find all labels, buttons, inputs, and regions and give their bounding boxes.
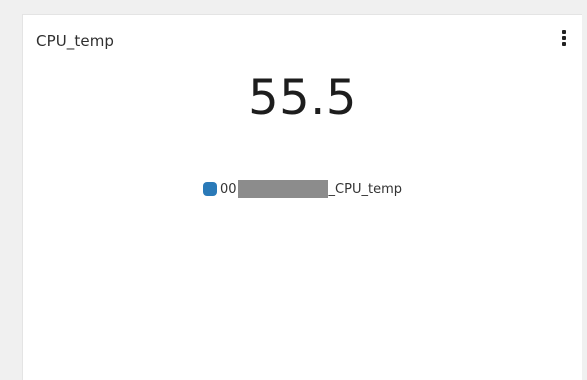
kebab-menu-icon-dot <box>562 42 566 46</box>
metric-panel: CPU_temp 55.5 00 _CPU_temp <box>22 14 582 380</box>
panel-title: CPU_temp <box>36 32 115 50</box>
legend[interactable]: 00 _CPU_temp <box>23 180 582 198</box>
kebab-menu-icon <box>562 30 566 34</box>
dashboard-page: CPU_temp 55.5 00 _CPU_temp <box>0 0 587 380</box>
legend-label: 00 _CPU_temp <box>220 180 402 198</box>
redacted-block <box>237 180 328 198</box>
legend-label-prefix: 00 <box>220 181 237 197</box>
panel-menu-button[interactable] <box>554 25 574 51</box>
kebab-menu-icon-dot <box>562 36 566 40</box>
legend-label-suffix: _CPU_temp <box>328 181 402 197</box>
metric-value: 55.5 <box>248 70 357 126</box>
legend-swatch <box>203 182 217 196</box>
